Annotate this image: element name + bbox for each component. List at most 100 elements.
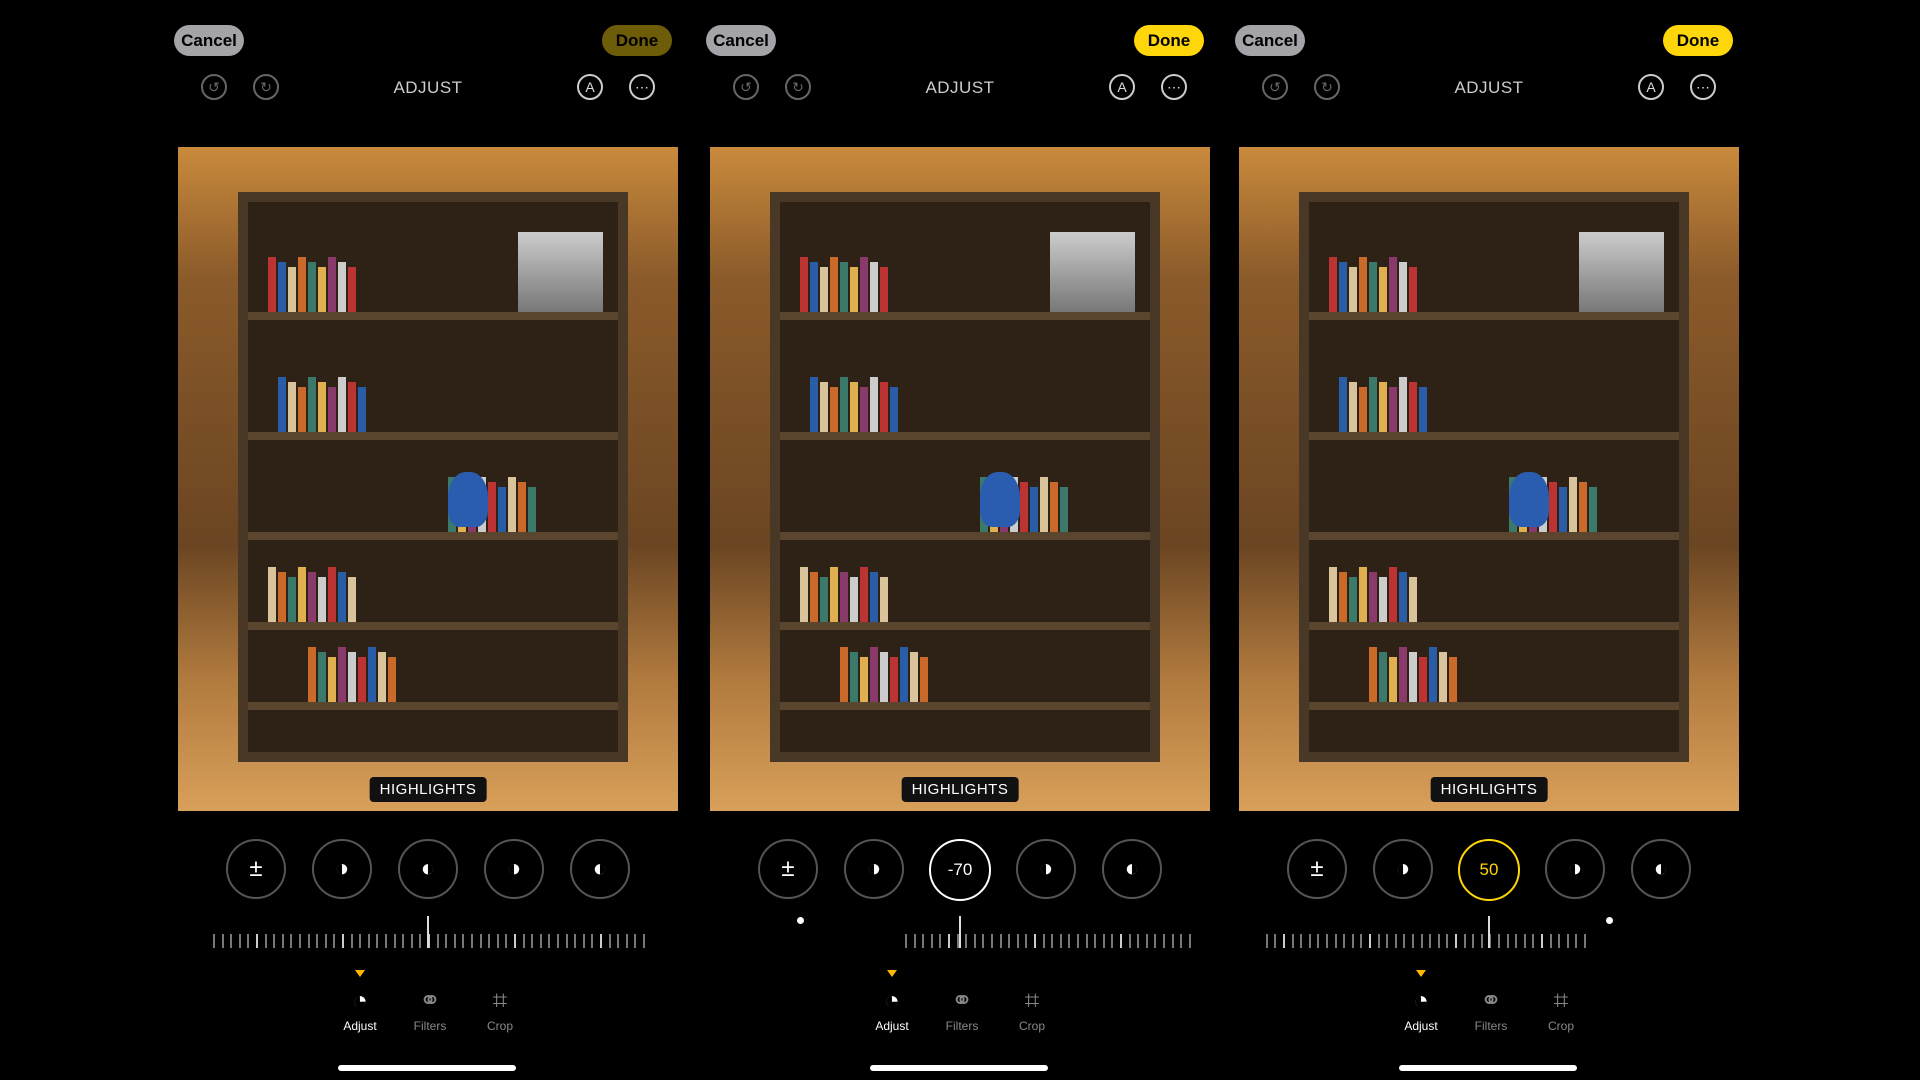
slider-tick[interactable] xyxy=(1480,934,1483,948)
done-button[interactable]: Done xyxy=(602,25,672,56)
tab-crop[interactable]: ⌗ Crop xyxy=(465,985,535,1033)
slider-tick[interactable] xyxy=(1059,934,1062,948)
slider-tick[interactable] xyxy=(1283,934,1285,948)
markup-icon[interactable]: A xyxy=(1109,74,1135,100)
slider-tick[interactable] xyxy=(1369,934,1371,948)
slider-tick[interactable] xyxy=(419,934,422,948)
slider-tick[interactable] xyxy=(1334,934,1337,948)
slider-tick[interactable] xyxy=(1120,934,1122,948)
brilliance-tool-button[interactable]: ◑ xyxy=(1373,839,1433,899)
slider-tick[interactable] xyxy=(496,934,499,948)
done-button[interactable]: Done xyxy=(1134,25,1204,56)
slider-tick[interactable] xyxy=(1111,934,1114,948)
slider-tick[interactable] xyxy=(453,934,456,948)
highlights-tool-button[interactable]: ◐ xyxy=(398,839,458,899)
slider-indicator[interactable] xyxy=(959,916,961,948)
slider-tick[interactable] xyxy=(1326,934,1328,948)
slider-tick[interactable] xyxy=(290,934,293,948)
exposure-tool-button[interactable]: ± xyxy=(1287,839,1347,899)
slider-tick[interactable] xyxy=(488,934,491,948)
slider-tick[interactable] xyxy=(905,934,907,948)
slider-tick[interactable] xyxy=(1463,934,1466,948)
slider-tick[interactable] xyxy=(393,934,396,948)
slider-tick[interactable] xyxy=(1188,934,1191,948)
slider-tick[interactable] xyxy=(385,934,387,948)
slider-tick[interactable] xyxy=(531,934,534,948)
slider-tick[interactable] xyxy=(582,934,585,948)
slider-tick[interactable] xyxy=(1523,934,1526,948)
slider-indicator[interactable] xyxy=(427,916,429,948)
slider-tick[interactable] xyxy=(1584,934,1586,948)
slider-tick[interactable] xyxy=(1455,934,1457,948)
tab-filters[interactable]: ⚭ Filters xyxy=(1456,985,1526,1033)
exposure-tool-button[interactable]: ± xyxy=(226,839,286,899)
slider-tick[interactable] xyxy=(948,934,950,948)
shadows-tool-button[interactable]: ◑ xyxy=(1016,839,1076,899)
tab-crop[interactable]: ⌗ Crop xyxy=(997,985,1067,1033)
slider-tick[interactable] xyxy=(1472,934,1475,948)
slider-tick[interactable] xyxy=(1051,934,1054,948)
slider-tick[interactable] xyxy=(565,934,568,948)
tab-crop[interactable]: ⌗ Crop xyxy=(1526,985,1596,1033)
slider-tick[interactable] xyxy=(634,934,637,948)
slider-tick[interactable] xyxy=(1317,934,1320,948)
slider-tick[interactable] xyxy=(213,934,215,948)
slider-tick[interactable] xyxy=(299,934,301,948)
slider-tick[interactable] xyxy=(965,934,968,948)
slider-tick[interactable] xyxy=(316,934,319,948)
slider-tick[interactable] xyxy=(1541,934,1543,948)
shadows-tool-button[interactable]: ◑ xyxy=(484,839,544,899)
done-button[interactable]: Done xyxy=(1663,25,1733,56)
slider-tick[interactable] xyxy=(1154,934,1157,948)
slider-tick[interactable] xyxy=(591,934,594,948)
slider-tick[interactable] xyxy=(1085,934,1088,948)
slider-tick[interactable] xyxy=(973,934,976,948)
slider-tick[interactable] xyxy=(1515,934,1518,948)
slider-tick[interactable] xyxy=(982,934,985,948)
slider-tick[interactable] xyxy=(1145,934,1148,948)
slider-tick[interactable] xyxy=(1377,934,1380,948)
cancel-button[interactable]: Cancel xyxy=(1235,25,1305,56)
slider-tick[interactable] xyxy=(1558,934,1561,948)
highlights-tool-button[interactable]: -70 xyxy=(929,839,991,901)
shadows-tool-button[interactable]: ◑ xyxy=(1545,839,1605,899)
slider-tick[interactable] xyxy=(1128,934,1131,948)
slider-tick[interactable] xyxy=(1498,934,1500,948)
slider-tick[interactable] xyxy=(1265,934,1268,948)
slider-tick[interactable] xyxy=(471,934,473,948)
slider-tick[interactable] xyxy=(991,934,993,948)
slider-tick[interactable] xyxy=(462,934,465,948)
slider-tick[interactable] xyxy=(1034,934,1036,948)
slider-tick[interactable] xyxy=(1137,934,1140,948)
home-indicator[interactable] xyxy=(1399,1065,1577,1071)
slider-tick[interactable] xyxy=(1575,934,1578,948)
slider-tick[interactable] xyxy=(445,934,448,948)
slider-tick[interactable] xyxy=(1308,934,1311,948)
slider-tick[interactable] xyxy=(574,934,577,948)
slider-tick[interactable] xyxy=(221,934,224,948)
slider-tick[interactable] xyxy=(514,934,516,948)
slider-tick[interactable] xyxy=(1077,934,1079,948)
slider-tick[interactable] xyxy=(930,934,933,948)
slider-tick[interactable] xyxy=(273,934,276,948)
slider-tick[interactable] xyxy=(367,934,370,948)
slider-tick[interactable] xyxy=(1420,934,1423,948)
slider-tick[interactable] xyxy=(1386,934,1389,948)
slider-tick[interactable] xyxy=(1274,934,1277,948)
slider-tick[interactable] xyxy=(238,934,241,948)
slider-tick[interactable] xyxy=(913,934,916,948)
slider-tick[interactable] xyxy=(410,934,413,948)
tab-filters[interactable]: ⚭ Filters xyxy=(395,985,465,1033)
slider-tick[interactable] xyxy=(625,934,628,948)
slider-tick[interactable] xyxy=(939,934,942,948)
slider-tick[interactable] xyxy=(505,934,508,948)
more-options-icon[interactable]: ⋯ xyxy=(629,74,655,100)
slider-tick[interactable] xyxy=(230,934,233,948)
slider-tick[interactable] xyxy=(922,934,925,948)
slider-tick[interactable] xyxy=(1291,934,1294,948)
home-indicator[interactable] xyxy=(870,1065,1048,1071)
more-options-icon[interactable]: ⋯ xyxy=(1690,74,1716,100)
slider-tick[interactable] xyxy=(307,934,310,948)
contrast-tool-button[interactable]: ◐ xyxy=(570,839,630,899)
exposure-tool-button[interactable]: ± xyxy=(758,839,818,899)
